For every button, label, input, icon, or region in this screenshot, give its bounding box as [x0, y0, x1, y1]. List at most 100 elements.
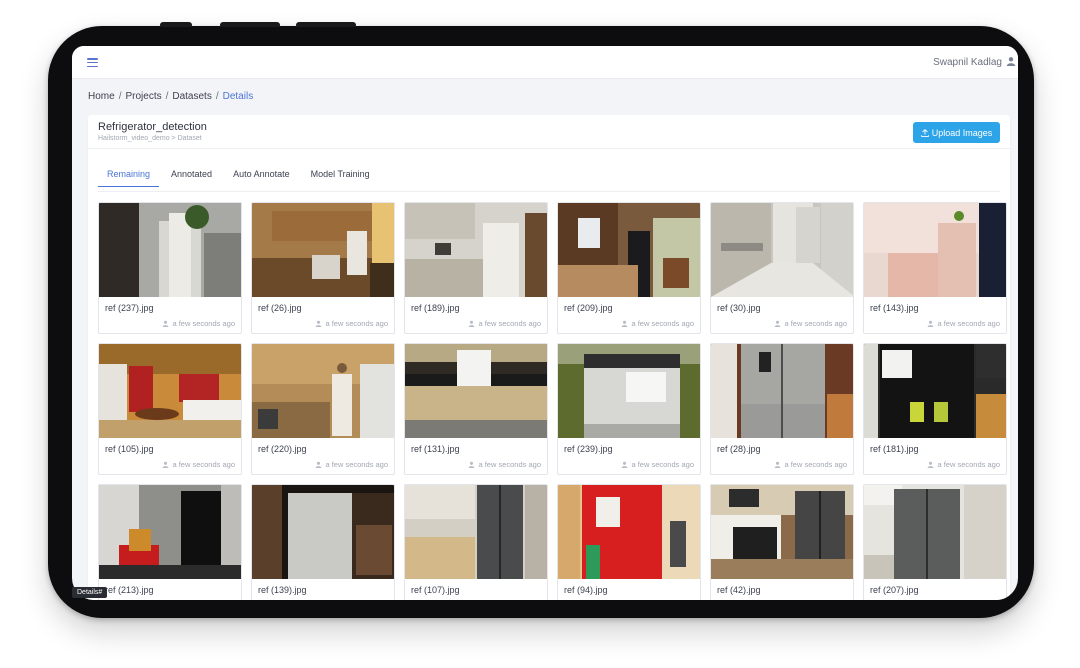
image-filename: ref (207).jpg	[870, 585, 919, 595]
image-tile[interactable]: ref (220).jpg a few seconds ago	[251, 343, 395, 475]
menu-icon[interactable]	[87, 58, 98, 68]
user-icon	[775, 461, 781, 468]
image-tile[interactable]: ref (209).jpg a few seconds ago	[557, 202, 701, 334]
image-thumbnail[interactable]	[558, 344, 700, 438]
image-thumbnail[interactable]	[711, 344, 853, 438]
image-tile[interactable]: ref (237).jpg a few seconds ago	[98, 202, 242, 334]
top-bar: Swapnil Kadlag	[72, 46, 1018, 79]
image-filename: ref (105).jpg	[105, 444, 154, 454]
image-filename: ref (237).jpg	[105, 303, 154, 313]
image-tile[interactable]: ref (105).jpg a few seconds ago	[98, 343, 242, 475]
image-tile[interactable]: ref (139).jpga few seconds ago	[251, 484, 395, 600]
image-thumbnail[interactable]	[558, 485, 700, 579]
image-filename: ref (107).jpg	[411, 585, 460, 595]
user-icon	[316, 320, 322, 327]
image-tile[interactable]: ref (239).jpg a few seconds ago	[557, 343, 701, 475]
app-screen: Swapnil Kadlag Home / Projects / Datasets / De…	[72, 46, 1018, 600]
image-tile[interactable]: ref (207).jpga few seconds ago	[863, 484, 1007, 600]
image-thumbnail[interactable]	[864, 485, 1006, 579]
image-thumbnail[interactable]	[405, 485, 547, 579]
upload-icon	[920, 128, 929, 137]
user-icon	[775, 320, 781, 327]
image-thumbnail[interactable]	[558, 203, 700, 297]
image-tile[interactable]: ref (42).jpga few seconds ago	[710, 484, 854, 600]
image-upload-time: a few seconds ago	[937, 460, 1000, 469]
image-upload-time: a few seconds ago	[325, 319, 388, 328]
image-tile[interactable]: ref (189).jpg a few seconds ago	[404, 202, 548, 334]
image-thumbnail[interactable]	[864, 344, 1006, 438]
breadcrumb-projects[interactable]: Projects	[125, 91, 161, 102]
image-thumbnail[interactable]	[405, 203, 547, 297]
upload-images-label: Upload Images	[931, 127, 993, 138]
image-tile[interactable]: ref (30).jpg a few seconds ago	[710, 202, 854, 334]
image-meta: a few seconds ago	[774, 460, 847, 469]
tab-model-training[interactable]: Model Training	[302, 161, 379, 187]
image-filename: ref (42).jpg	[717, 585, 761, 595]
dataset-card: Refrigerator_detection Hailstorm_video_d…	[88, 115, 1010, 600]
image-thumbnail[interactable]	[864, 203, 1006, 297]
breadcrumb-separator: /	[165, 91, 169, 102]
image-thumbnail[interactable]	[405, 344, 547, 438]
image-thumbnail[interactable]	[99, 485, 241, 579]
image-tile[interactable]: ref (213).jpga few seconds ago	[98, 484, 242, 600]
image-meta: a few seconds ago	[315, 319, 388, 328]
image-tile[interactable]: ref (107).jpga few seconds ago	[404, 484, 548, 600]
image-filename: ref (189).jpg	[411, 303, 460, 313]
image-upload-time: a few seconds ago	[631, 460, 694, 469]
card-header: Refrigerator_detection Hailstorm_video_d…	[88, 115, 1010, 149]
image-filename: ref (209).jpg	[564, 303, 613, 313]
image-upload-time: a few seconds ago	[172, 319, 235, 328]
image-upload-time: a few seconds ago	[631, 319, 694, 328]
user-name[interactable]: Swapnil Kadlag	[933, 57, 1002, 68]
image-thumbnail[interactable]	[252, 344, 394, 438]
tab-remaining[interactable]: Remaining	[98, 161, 160, 187]
image-meta: a few seconds ago	[162, 460, 235, 469]
image-thumbnail[interactable]	[252, 485, 394, 579]
image-tile[interactable]: ref (94).jpga few seconds ago	[557, 484, 701, 600]
image-thumbnail[interactable]	[99, 203, 241, 297]
image-filename: ref (239).jpg	[564, 444, 613, 454]
image-upload-time: a few seconds ago	[172, 460, 235, 469]
breadcrumb: Home / Projects / Datasets / Details	[88, 91, 253, 102]
status-tooltip: Details#	[72, 587, 108, 598]
image-meta: a few seconds ago	[468, 460, 541, 469]
user-icon	[469, 461, 475, 468]
image-thumbnail[interactable]	[252, 203, 394, 297]
image-filename: ref (94).jpg	[564, 585, 608, 595]
image-meta: a few seconds ago	[774, 319, 847, 328]
image-filename: ref (131).jpg	[411, 444, 460, 454]
tabs-divider	[98, 191, 1000, 192]
breadcrumb-details: Details	[222, 91, 254, 102]
image-tile[interactable]: ref (143).jpg a few seconds ago	[863, 202, 1007, 334]
breadcrumb-separator: /	[118, 91, 122, 102]
user-icon[interactable]	[1006, 56, 1016, 66]
image-meta: a few seconds ago	[621, 319, 694, 328]
upload-images-button[interactable]: Upload Images	[913, 122, 1000, 143]
user-icon	[928, 461, 934, 468]
image-meta: a few seconds ago	[162, 319, 235, 328]
user-icon	[928, 320, 934, 327]
image-filename: ref (220).jpg	[258, 444, 307, 454]
image-tile[interactable]: ref (26).jpg a few seconds ago	[251, 202, 395, 334]
project-subtitle: Hailstorm_video_demo > Dataset	[98, 135, 202, 142]
image-tile[interactable]: ref (28).jpg a few seconds ago	[710, 343, 854, 475]
image-thumbnail[interactable]	[711, 485, 853, 579]
user-icon	[163, 461, 169, 468]
breadcrumb-datasets[interactable]: Datasets	[172, 91, 211, 102]
image-upload-time: a few seconds ago	[784, 460, 847, 469]
image-upload-time: a few seconds ago	[325, 460, 388, 469]
image-tile[interactable]: ref (131).jpg a few seconds ago	[404, 343, 548, 475]
image-thumbnail[interactable]	[99, 344, 241, 438]
breadcrumb-home[interactable]: Home	[88, 91, 115, 102]
volume-button	[220, 22, 280, 27]
image-filename: ref (26).jpg	[258, 303, 302, 313]
power-button	[296, 22, 356, 27]
tab-annotated[interactable]: Annotated	[162, 161, 221, 187]
image-thumbnail[interactable]	[711, 203, 853, 297]
image-filename: ref (139).jpg	[258, 585, 307, 595]
image-meta: a few seconds ago	[927, 319, 1000, 328]
image-tile[interactable]: ref (181).jpg a few seconds ago	[863, 343, 1007, 475]
tab-auto-annotate[interactable]: Auto Annotate	[224, 161, 299, 187]
image-upload-time: a few seconds ago	[478, 460, 541, 469]
image-filename: ref (213).jpg	[105, 585, 154, 595]
